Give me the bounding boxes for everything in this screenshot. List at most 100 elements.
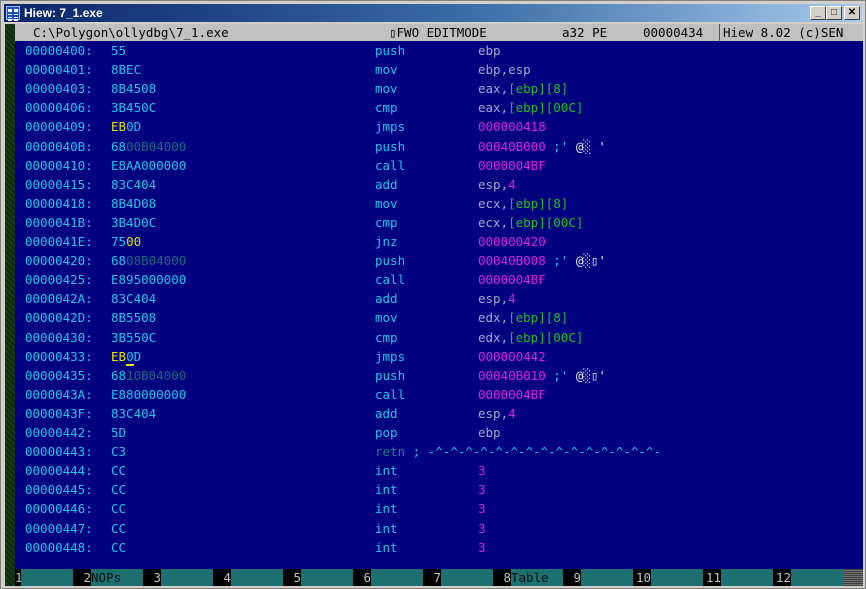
listing-row[interactable]: 00000447: CC int 3	[15, 519, 863, 538]
listing-row[interactable]: 00000448: CC int 3	[15, 538, 863, 557]
row-operand: 3	[478, 538, 486, 557]
row-operand: ebp	[478, 423, 501, 442]
fkey-f1[interactable]: 1	[15, 569, 73, 586]
row-bytes[interactable]: CC	[111, 519, 126, 538]
fkey-f4[interactable]: 4	[213, 569, 283, 586]
fkey-f7[interactable]: 7	[423, 569, 493, 586]
fkey-label	[441, 569, 493, 586]
listing-row[interactable]: 0000043A: E880000000 call 0000004BF	[15, 385, 863, 404]
listing-row[interactable]: 00000420: 6808B04000 push 00040B008 ;' @░▯'	[15, 251, 863, 270]
row-address: 00000409:	[25, 119, 93, 135]
row-bytes[interactable]: 8B5508	[111, 308, 156, 327]
listing-row[interactable]: 0000040B: 6800B04000 push 00040B000 ;' @░ '	[15, 137, 863, 156]
row-bytes[interactable]: CC	[111, 461, 126, 480]
listing-row[interactable]: 0000043F: 83C404 add esp,4	[15, 404, 863, 423]
status-bar: C:\Polygon\ollydbg\7_1.exe ▯FWO EDITMODE…	[15, 24, 863, 41]
row-bytes[interactable]: 7500	[111, 232, 141, 251]
row-bytes[interactable]: CC	[111, 538, 126, 557]
row-bytes[interactable]: 3B550C	[111, 328, 156, 347]
fkey-f12[interactable]: 12	[773, 569, 843, 586]
fkey-f2[interactable]: 2 NOPs	[73, 569, 143, 586]
row-bytes[interactable]: 6800B04000	[111, 137, 186, 156]
maximize-button[interactable]: □	[826, 6, 842, 20]
listing-row[interactable]: 00000443: C3 retn ; -^-^-^-^-^-^-^-^-^-^-^…	[15, 442, 863, 461]
byte-segment: 68	[111, 253, 127, 269]
listing-row[interactable]: 0000042D: 8B5508 mov edx,[ebp][8]	[15, 308, 863, 327]
row-bytes[interactable]: 8B4D08	[111, 194, 156, 213]
listing-row[interactable]: 0000042A: 83C404 add esp,4	[15, 289, 863, 308]
hiew-app-icon	[6, 6, 20, 21]
row-address: 00000444:	[25, 463, 93, 479]
operand-segment: 3	[478, 520, 486, 536]
listing-row[interactable]: 00000446: CC int 3	[15, 499, 863, 518]
minimize-button[interactable]: _	[810, 6, 826, 20]
row-mnemonic: push	[375, 138, 406, 154]
listing-row[interactable]: 00000435: 6810B04000 push 00040B010 ;' @░▯'	[15, 366, 863, 385]
fkey-f11[interactable]: 11	[703, 569, 773, 586]
row-bytes[interactable]: 83C404	[111, 175, 156, 194]
listing-row[interactable]: 00000401: 8BEC mov ebp,esp	[15, 60, 863, 79]
listing-row[interactable]: 00000418: 8B4D08 mov ecx,[ebp][8]	[15, 194, 863, 213]
operand-segment: [ebp][8]	[508, 81, 569, 97]
byte-segment: 68	[111, 138, 127, 154]
listing-row[interactable]: 0000041B: 3B4D0C cmp ecx,[ebp][00C]	[15, 213, 863, 232]
row-bytes[interactable]: 8BEC	[111, 60, 141, 79]
row-bytes[interactable]: 8B4508	[111, 79, 156, 98]
byte-segment: 83C404	[111, 176, 157, 192]
listing-row[interactable]: 00000400: 55 push ebp	[15, 41, 863, 60]
row-bytes[interactable]: EB0D	[111, 347, 141, 366]
row-bytes[interactable]: EB0D	[111, 117, 141, 136]
row-bytes[interactable]: CC	[111, 480, 126, 499]
row-mnemonic: add	[375, 176, 398, 192]
listing-row[interactable]: 00000433: EB0D jmps 000000442	[15, 347, 863, 366]
fkey-label	[231, 569, 283, 586]
row-bytes[interactable]: 6810B04000	[111, 366, 186, 385]
fkey-f6[interactable]: 6	[353, 569, 423, 586]
status-divider	[719, 24, 720, 41]
listing-row[interactable]: 00000444: CC int 3	[15, 461, 863, 480]
listing-row[interactable]: 00000406: 3B450C cmp eax,[ebp][00C]	[15, 98, 863, 117]
row-bytes[interactable]: 55	[111, 41, 126, 60]
row-mnemonic: mov	[375, 310, 398, 326]
row-mnemonic: mov	[375, 62, 398, 78]
fkey-label	[581, 569, 633, 586]
row-bytes[interactable]: 3B450C	[111, 98, 156, 117]
byte-segment: 00	[126, 234, 142, 249]
listing-row[interactable]: 00000403: 8B4508 mov eax,[ebp][8]	[15, 79, 863, 98]
row-bytes[interactable]: 6808B04000	[111, 251, 186, 270]
row-bytes[interactable]: CC	[111, 499, 126, 518]
row-bytes[interactable]: E8AA000000	[111, 156, 186, 175]
listing-row[interactable]: 00000415: 83C404 add esp,4	[15, 175, 863, 194]
row-address: 0000042A:	[25, 291, 93, 307]
function-end-separator: ; -^-^-^-^-^-^-^-^-^-^-^-^-^-^-^-	[405, 444, 661, 460]
row-bytes[interactable]: C3	[111, 442, 126, 461]
fkey-number: 7	[423, 569, 441, 586]
title-bar[interactable]: Hiew: 7_1.exe _ □ ✕	[4, 4, 862, 22]
row-operand: edx,[ebp][00C]	[478, 328, 583, 347]
row-bytes[interactable]: 83C404	[111, 404, 156, 423]
row-bytes[interactable]: 5D	[111, 423, 126, 442]
listing-row[interactable]: 00000409: EB0D jmps 000000418	[15, 117, 863, 136]
listing-row[interactable]: 00000445: CC int 3	[15, 480, 863, 499]
fkey-f9[interactable]: 9	[563, 569, 633, 586]
row-bytes[interactable]: 3B4D0C	[111, 213, 156, 232]
row-address: 00000406:	[25, 100, 93, 116]
listing-row[interactable]: 00000425: E895000000 call 0000004BF	[15, 270, 863, 289]
listing-row[interactable]: 00000442: 5D pop ebp	[15, 423, 863, 442]
fkey-f8[interactable]: 8 Table	[493, 569, 563, 586]
row-address: 00000430:	[25, 329, 93, 345]
byte-segment: E8AA000000	[111, 157, 187, 173]
listing-row[interactable]: 0000041E: 7500 jnz 000000420	[15, 232, 863, 251]
fkey-f5[interactable]: 5	[283, 569, 353, 586]
row-bytes[interactable]: E880000000	[111, 385, 186, 404]
listing-row[interactable]: 00000410: E8AA000000 call 0000004BF	[15, 156, 863, 175]
row-bytes[interactable]: E895000000	[111, 270, 186, 289]
operand-segment: [ebp][8]	[508, 195, 569, 211]
row-bytes[interactable]: 83C404	[111, 289, 156, 308]
byte-segment: 8B5508	[111, 310, 157, 326]
disassembly-listing[interactable]: 00000400: 55 push ebp 00000401: 8BEC mov ebp,es…	[15, 41, 863, 569]
listing-row[interactable]: 00000430: 3B550C cmp edx,[ebp][00C]	[15, 328, 863, 347]
close-button[interactable]: ✕	[844, 6, 860, 20]
fkey-f3[interactable]: 3	[143, 569, 213, 586]
fkey-f10[interactable]: 10	[633, 569, 703, 586]
